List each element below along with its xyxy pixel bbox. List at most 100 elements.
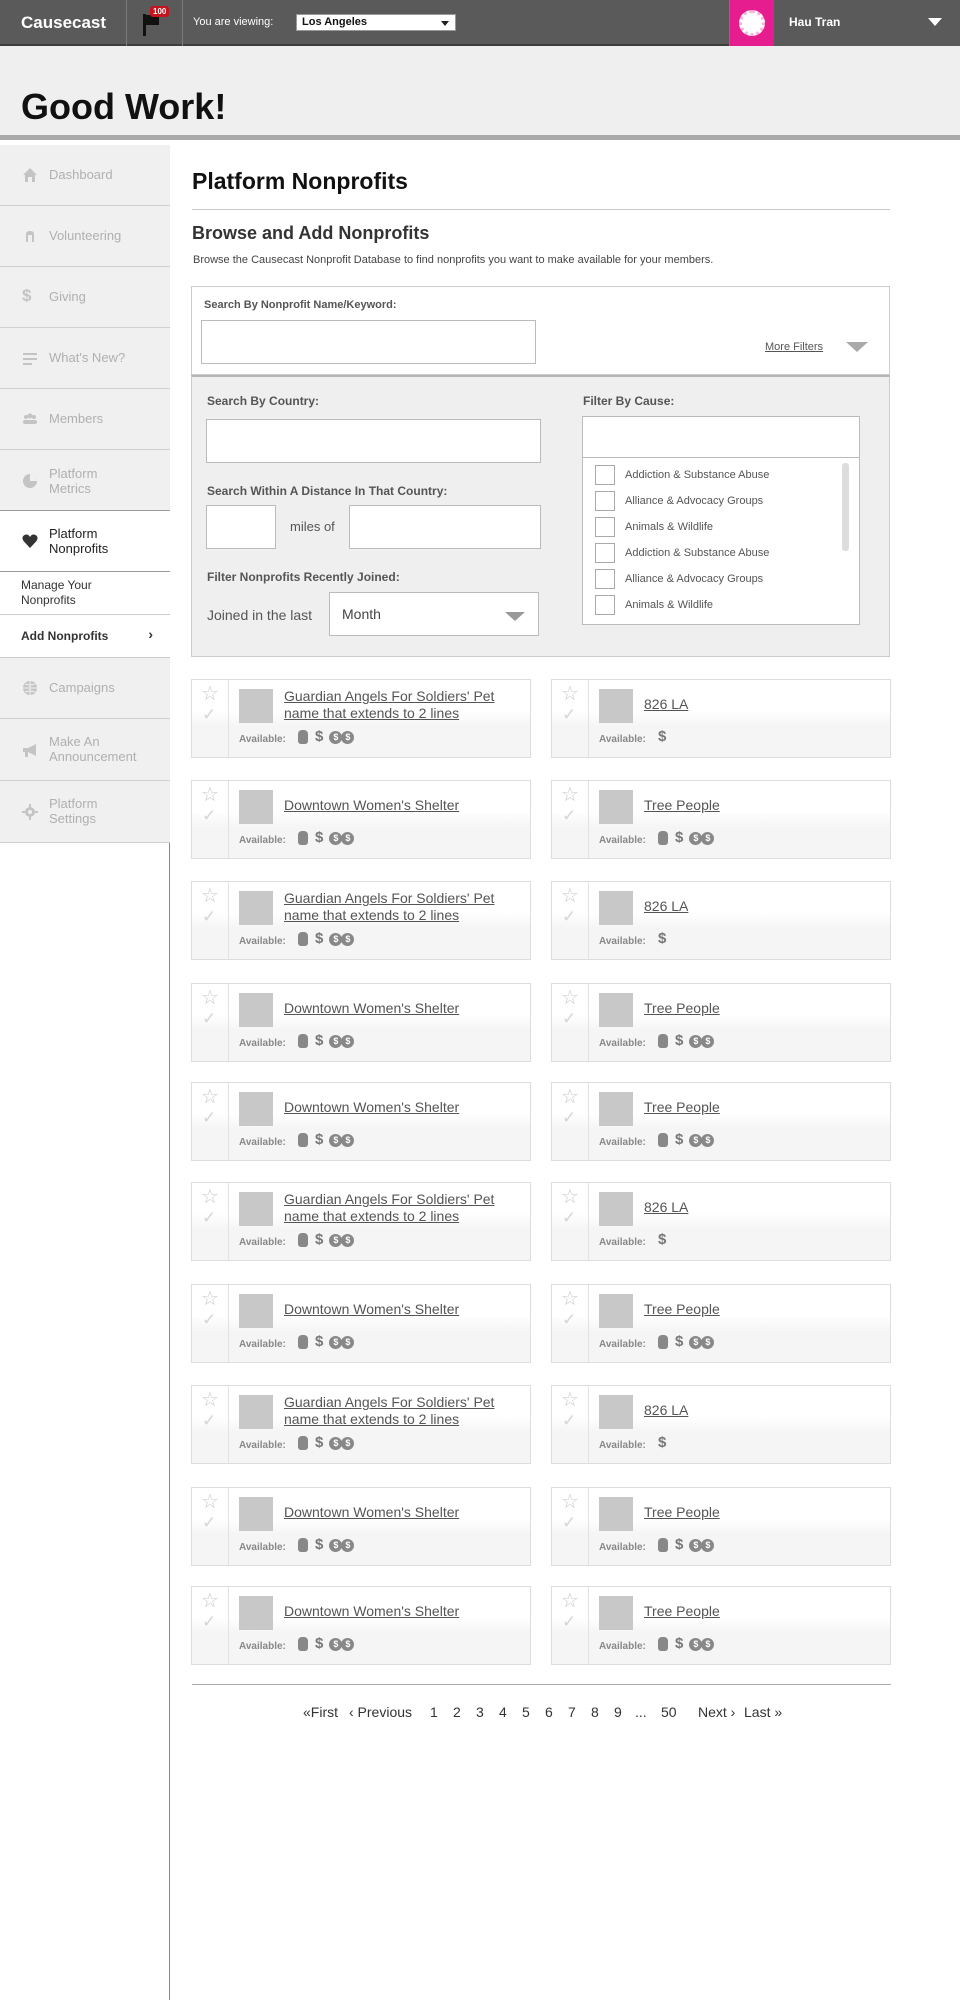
sidebar-item-volunteering[interactable]: Volunteering bbox=[0, 206, 170, 267]
add-check-icon[interactable]: ✓ bbox=[202, 1514, 216, 1531]
pagination-previous[interactable]: ‹ Previous bbox=[349, 1704, 412, 1720]
nonprofit-name-link[interactable]: Downtown Women's Shelter bbox=[284, 1000, 524, 1017]
city-select[interactable]: Los Angeles bbox=[296, 14, 456, 31]
checkbox[interactable] bbox=[595, 543, 615, 563]
sidebar-item-platform-nonprofits[interactable]: Platform Nonprofits bbox=[0, 510, 170, 572]
add-check-icon[interactable]: ✓ bbox=[202, 1209, 216, 1226]
nonprofit-name-link[interactable]: Guardian Angels For Soldiers' Pet name t… bbox=[284, 890, 524, 924]
pagination-page[interactable]: 2 bbox=[453, 1704, 461, 1720]
nonprofit-name-link[interactable]: 826 LA bbox=[644, 696, 884, 713]
favorite-star-icon[interactable]: ☆ bbox=[561, 1390, 579, 1410]
pagination-page[interactable]: 8 bbox=[591, 1704, 599, 1720]
sidebar-item-platform-settings[interactable]: Platform Settings bbox=[0, 781, 170, 843]
add-check-icon[interactable]: ✓ bbox=[202, 1010, 216, 1027]
favorite-star-icon[interactable]: ☆ bbox=[561, 1087, 579, 1107]
favorite-star-icon[interactable]: ☆ bbox=[561, 1289, 579, 1309]
checkbox[interactable] bbox=[595, 595, 615, 615]
cause-search-input[interactable] bbox=[582, 416, 860, 460]
nonprofit-name-link[interactable]: Tree People bbox=[644, 1099, 884, 1116]
nonprofit-name-link[interactable]: 826 LA bbox=[644, 1402, 884, 1419]
checkbox[interactable] bbox=[595, 517, 615, 537]
nonprofit-card[interactable]: ☆ ✓ Downtown Women's Shelter Available: $ $ $ bbox=[191, 1082, 531, 1161]
sidebar-item-platform-metrics[interactable]: Platform Metrics bbox=[0, 450, 170, 512]
pagination-page[interactable]: 1 bbox=[430, 1704, 438, 1720]
nonprofit-card[interactable]: ☆ ✓ Guardian Angels For Soldiers' Pet name… bbox=[191, 1182, 531, 1261]
add-check-icon[interactable]: ✓ bbox=[562, 1613, 576, 1630]
sidebar-item-whats-new[interactable]: What's New? bbox=[0, 328, 170, 389]
more-filters-link[interactable]: More Filters bbox=[765, 341, 823, 353]
nonprofit-card[interactable]: ☆ ✓ Downtown Women's Shelter Available: $ $ $ bbox=[191, 780, 531, 859]
nonprofit-name-link[interactable]: Tree People bbox=[644, 1301, 884, 1318]
add-check-icon[interactable]: ✓ bbox=[562, 908, 576, 925]
nonprofit-name-link[interactable]: Tree People bbox=[644, 1603, 884, 1620]
nonprofit-name-link[interactable]: Downtown Women's Shelter bbox=[284, 1301, 524, 1318]
causecast-logo[interactable]: Causecast bbox=[21, 13, 106, 33]
country-input[interactable] bbox=[206, 419, 541, 463]
sidebar-item-dashboard[interactable]: Dashboard bbox=[0, 145, 170, 206]
pagination-next[interactable]: Next › bbox=[698, 1704, 735, 1720]
nonprofit-name-link[interactable]: Tree People bbox=[644, 1504, 884, 1521]
add-check-icon[interactable]: ✓ bbox=[202, 706, 216, 723]
add-check-icon[interactable]: ✓ bbox=[562, 1412, 576, 1429]
pagination-page[interactable]: 3 bbox=[476, 1704, 484, 1720]
pagination-first[interactable]: «First bbox=[303, 1704, 338, 1720]
favorite-star-icon[interactable]: ☆ bbox=[201, 684, 219, 704]
favorite-star-icon[interactable]: ☆ bbox=[561, 1492, 579, 1512]
add-check-icon[interactable]: ✓ bbox=[562, 807, 576, 824]
favorite-star-icon[interactable]: ☆ bbox=[561, 1187, 579, 1207]
checkbox[interactable] bbox=[595, 491, 615, 511]
nonprofit-card[interactable]: ☆ ✓ Tree People Available: $ $ $ bbox=[551, 1586, 891, 1665]
pagination-page[interactable]: 4 bbox=[499, 1704, 507, 1720]
sidebar-item-make-announcement[interactable]: Make An Announcement bbox=[0, 719, 170, 781]
cause-checkbox-list[interactable]: Addiction & Substance Abuse Alliance & A… bbox=[582, 457, 860, 625]
add-check-icon[interactable]: ✓ bbox=[562, 1109, 576, 1126]
pagination-page[interactable]: 7 bbox=[568, 1704, 576, 1720]
favorite-star-icon[interactable]: ☆ bbox=[561, 886, 579, 906]
favorite-star-icon[interactable]: ☆ bbox=[561, 684, 579, 704]
sidebar-item-members[interactable]: Members bbox=[0, 389, 170, 450]
nonprofit-card[interactable]: ☆ ✓ 826 LA Available: $ bbox=[551, 1182, 891, 1261]
nonprofit-card[interactable]: ☆ ✓ Downtown Women's Shelter Available: $ $ $ bbox=[191, 1284, 531, 1363]
add-check-icon[interactable]: ✓ bbox=[202, 807, 216, 824]
scrollbar[interactable] bbox=[842, 463, 849, 551]
favorite-star-icon[interactable]: ☆ bbox=[561, 988, 579, 1008]
nonprofit-card[interactable]: ☆ ✓ Tree People Available: $ $ $ bbox=[551, 1487, 891, 1566]
distance-input[interactable] bbox=[206, 505, 276, 549]
nonprofit-name-link[interactable]: Guardian Angels For Soldiers' Pet name t… bbox=[284, 1191, 524, 1225]
favorite-star-icon[interactable]: ☆ bbox=[201, 1591, 219, 1611]
sidebar-subitem-add-nonprofits[interactable]: Add Nonprofits › bbox=[0, 615, 170, 658]
favorite-star-icon[interactable]: ☆ bbox=[561, 1591, 579, 1611]
pagination-page[interactable]: 50 bbox=[661, 1704, 677, 1720]
nonprofit-name-link[interactable]: Downtown Women's Shelter bbox=[284, 797, 524, 814]
nonprofit-name-link[interactable]: Downtown Women's Shelter bbox=[284, 1603, 524, 1620]
nonprofit-name-link[interactable]: Tree People bbox=[644, 797, 884, 814]
add-check-icon[interactable]: ✓ bbox=[202, 1311, 216, 1328]
add-check-icon[interactable]: ✓ bbox=[202, 908, 216, 925]
add-check-icon[interactable]: ✓ bbox=[562, 706, 576, 723]
add-check-icon[interactable]: ✓ bbox=[562, 1311, 576, 1328]
pagination-page[interactable]: 6 bbox=[545, 1704, 553, 1720]
nonprofit-name-link[interactable]: Downtown Women's Shelter bbox=[284, 1504, 524, 1521]
pagination-page[interactable]: 5 bbox=[522, 1704, 530, 1720]
joined-period-select[interactable]: Month bbox=[329, 592, 539, 636]
user-menu-caret-icon[interactable] bbox=[928, 18, 942, 26]
more-filters-caret-icon[interactable] bbox=[846, 342, 868, 352]
nonprofit-card[interactable]: ☆ ✓ Tree People Available: $ $ $ bbox=[551, 1284, 891, 1363]
nonprofit-card[interactable]: ☆ ✓ Downtown Women's Shelter Available: $ $ $ bbox=[191, 1586, 531, 1665]
favorite-star-icon[interactable]: ☆ bbox=[201, 1390, 219, 1410]
distance-location-input[interactable] bbox=[349, 505, 541, 549]
favorite-star-icon[interactable]: ☆ bbox=[561, 785, 579, 805]
user-menu[interactable]: Hau Tran bbox=[729, 0, 960, 46]
pagination-last[interactable]: Last » bbox=[744, 1704, 782, 1720]
add-check-icon[interactable]: ✓ bbox=[562, 1010, 576, 1027]
add-check-icon[interactable]: ✓ bbox=[202, 1412, 216, 1429]
sidebar-subitem-manage-nonprofits[interactable]: Manage Your Nonprofits bbox=[0, 572, 170, 615]
favorite-star-icon[interactable]: ☆ bbox=[201, 988, 219, 1008]
nonprofit-card[interactable]: ☆ ✓ 826 LA Available: $ bbox=[551, 679, 891, 758]
add-check-icon[interactable]: ✓ bbox=[202, 1613, 216, 1630]
sidebar-item-giving[interactable]: $ Giving bbox=[0, 267, 170, 328]
nonprofit-card[interactable]: ☆ ✓ Downtown Women's Shelter Available: $ $ $ bbox=[191, 1487, 531, 1566]
nonprofit-card[interactable]: ☆ ✓ 826 LA Available: $ bbox=[551, 881, 891, 960]
notifications-flag-icon[interactable]: 100 bbox=[141, 6, 170, 36]
add-check-icon[interactable]: ✓ bbox=[202, 1109, 216, 1126]
